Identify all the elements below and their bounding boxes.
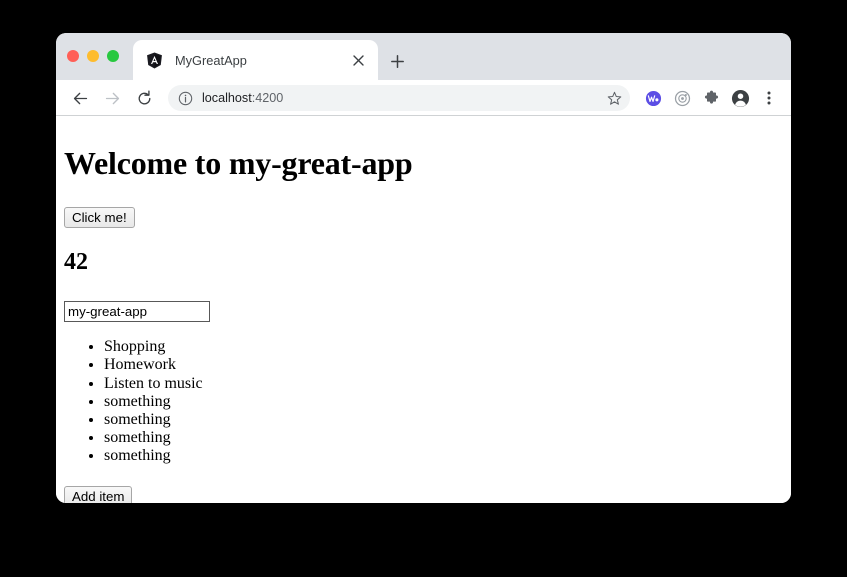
window-traffic-lights bbox=[67, 50, 119, 62]
todo-list: Shopping Homework Listen to music someth… bbox=[64, 338, 783, 465]
window-minimize-button[interactable] bbox=[87, 50, 99, 62]
list-item: Shopping bbox=[104, 338, 783, 356]
extensions-puzzle-icon bbox=[704, 90, 718, 104]
close-icon[interactable] bbox=[346, 48, 370, 72]
browser-menu-button[interactable] bbox=[757, 86, 781, 110]
window-close-button[interactable] bbox=[67, 50, 79, 62]
browser-window: MyGreatApp localhost:4200 Welcome to my-… bbox=[56, 33, 791, 503]
url-host: localhost bbox=[202, 91, 252, 105]
list-item: something bbox=[104, 447, 783, 465]
profile-button[interactable] bbox=[728, 86, 752, 110]
back-arrow-icon bbox=[73, 92, 87, 104]
list-item: Homework bbox=[104, 356, 783, 374]
plus-icon bbox=[390, 54, 404, 68]
forward-arrow-icon bbox=[105, 92, 119, 104]
reload-icon bbox=[138, 90, 150, 104]
augury-extension-button[interactable] bbox=[670, 86, 694, 110]
url-port: :4200 bbox=[251, 91, 284, 105]
reload-button[interactable] bbox=[130, 84, 158, 112]
address-bar[interactable]: localhost:4200 bbox=[168, 85, 630, 111]
account-avatar-icon bbox=[731, 89, 749, 107]
augury-extension-icon bbox=[674, 90, 690, 106]
window-maximize-button[interactable] bbox=[107, 50, 119, 62]
page-viewport: Welcome to my-great-app Click me! 42 Sho… bbox=[56, 116, 791, 503]
browser-tab-mygreatapp[interactable]: MyGreatApp bbox=[133, 40, 378, 80]
star-icon[interactable] bbox=[604, 88, 624, 108]
list-item: Listen to music bbox=[104, 375, 783, 393]
angular-logo-icon bbox=[147, 52, 162, 68]
wappalyzer-extension-button[interactable] bbox=[641, 86, 665, 110]
three-dot-menu-icon bbox=[767, 91, 771, 105]
new-tab-button[interactable] bbox=[386, 50, 408, 72]
info-circle-icon[interactable] bbox=[178, 91, 193, 106]
browser-tab-title: MyGreatApp bbox=[175, 52, 247, 68]
browser-toolbar: localhost:4200 bbox=[56, 80, 791, 116]
back-button[interactable] bbox=[66, 84, 94, 112]
extensions-button[interactable] bbox=[699, 86, 723, 110]
name-input[interactable] bbox=[64, 301, 210, 323]
wappalyzer-extension-icon bbox=[645, 90, 661, 106]
list-item: something bbox=[104, 411, 783, 429]
add-item-button[interactable]: Add item bbox=[64, 485, 133, 503]
page-title: Welcome to my-great-app bbox=[64, 145, 413, 181]
url-text: localhost:4200 bbox=[202, 91, 598, 105]
counter-value: 42 bbox=[64, 248, 88, 275]
click-me-button[interactable]: Click me! bbox=[64, 206, 135, 228]
list-item: something bbox=[104, 429, 783, 447]
forward-button[interactable] bbox=[98, 84, 126, 112]
list-item: something bbox=[104, 393, 783, 411]
tab-strip: MyGreatApp bbox=[56, 33, 791, 80]
